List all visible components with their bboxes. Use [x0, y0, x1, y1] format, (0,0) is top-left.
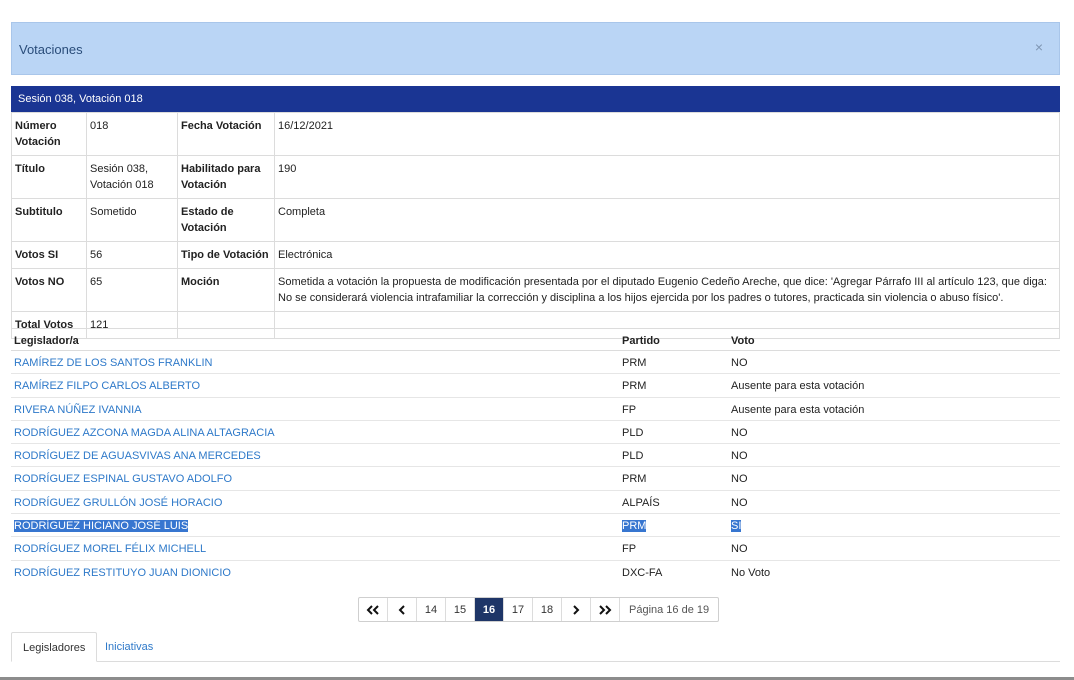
subtitulo-label: Subtitulo [11, 198, 87, 242]
legislator-link[interactable]: RODRÍGUEZ ESPINAL GUSTAVO ADOLFO [14, 473, 232, 485]
modal-header: Votaciones × [11, 22, 1060, 75]
party-cell: PLD [622, 426, 644, 439]
legislator-link[interactable]: RODRÍGUEZ RESTITUYO JUAN DIONICIO [14, 567, 231, 579]
party-cell: FP [622, 543, 637, 556]
tab-iniciativas[interactable]: Iniciativas [94, 632, 164, 662]
vote-cell: Ausente para esta votación [731, 380, 865, 393]
page-button[interactable]: 15 [446, 598, 475, 621]
tipo-label: Tipo de Votación [177, 241, 275, 269]
table-row-selected: RODRÍGUEZ HICIANO JOSÉ LUIS PRM SI [11, 514, 1060, 538]
mocion-label: Moción [177, 268, 275, 312]
habilitado-value: 190 [274, 155, 1060, 199]
legislators-list: RAMÍREZ DE LOS SANTOS FRANKLIN PRM NO RA… [11, 351, 1060, 584]
vote-cell: NO [731, 426, 748, 439]
table-row: RODRÍGUEZ ESPINAL GUSTAVO ADOLFO PRM NO [11, 467, 1060, 491]
table-row: RAMÍREZ FILPO CARLOS ALBERTO PRM Ausente… [11, 374, 1060, 398]
vote-cell: Ausente para esta votación [731, 403, 865, 416]
vote-cell: NO [731, 473, 748, 486]
habilitado-label: Habilitado para Votación [177, 155, 275, 199]
tipo-value: Electrónica [274, 241, 1060, 269]
party-cell: ALPAÍS [622, 496, 660, 509]
next-page-icon[interactable] [562, 598, 591, 621]
vote-cell: NO [731, 543, 748, 556]
pagination: 14 15 16 17 18 Página 16 de 19 [358, 597, 720, 622]
party-cell: PRM [622, 473, 647, 486]
close-icon[interactable]: × [1035, 40, 1043, 54]
vote-details-table: Número Votación 018 Fecha Votación 16/12… [11, 112, 1060, 339]
titulo-value: Sesión 038, Votación 018 [86, 155, 178, 199]
first-page-icon[interactable] [359, 598, 388, 621]
legislators-table-header: Legislador/a Partido Voto [11, 328, 1060, 351]
votos-si-value: 56 [86, 241, 178, 269]
party-cell: PRM [622, 520, 647, 533]
modal-title: Votaciones [19, 42, 83, 57]
page-button[interactable]: 14 [417, 598, 446, 621]
subtitulo-value: Sometido [86, 198, 178, 242]
party-cell: PRM [622, 357, 647, 369]
vote-cell: SI [731, 520, 742, 533]
fecha-votacion-label: Fecha Votación [177, 112, 275, 156]
table-row: RIVERA NÚÑEZ IVANNIA FP Ausente para est… [11, 398, 1060, 421]
numero-votacion-value: 018 [86, 112, 178, 156]
vote-cell: No Voto [731, 566, 771, 579]
last-page-icon[interactable] [591, 598, 620, 621]
legislator-link[interactable]: RODRÍGUEZ AZCONA MAGDA ALINA ALTAGRACIA [14, 427, 275, 439]
mocion-value: Sometida a votación la propuesta de modi… [274, 268, 1060, 312]
votos-si-label: Votos SI [11, 241, 87, 269]
current-page-button[interactable]: 16 [475, 598, 504, 621]
vote-cell: NO [731, 357, 748, 369]
legislator-link[interactable]: RODRÍGUEZ MOREL FÉLIX MICHELL [14, 543, 206, 555]
numero-votacion-label: Número Votación [11, 112, 87, 156]
session-header: Sesión 038, Votación 018 [11, 86, 1060, 112]
votos-no-label: Votos NO [11, 268, 87, 312]
legislator-link[interactable]: RAMÍREZ FILPO CARLOS ALBERTO [14, 380, 200, 392]
fecha-votacion-value: 16/12/2021 [274, 112, 1060, 156]
table-row: RAMÍREZ DE LOS SANTOS FRANKLIN PRM NO [11, 351, 1060, 375]
party-cell: DXC-FA [622, 566, 663, 579]
vote-cell: NO [731, 450, 748, 463]
tab-bar: Legisladores Iniciativas [11, 632, 1060, 662]
table-row: RODRÍGUEZ GRULLÓN JOSÉ HORACIO ALPAÍS NO [11, 491, 1060, 515]
legislator-column-header: Legislador/a [14, 335, 79, 347]
table-row: RODRÍGUEZ MOREL FÉLIX MICHELL FP NO [11, 537, 1060, 561]
legislator-link[interactable]: RIVERA NÚÑEZ IVANNIA [14, 404, 142, 416]
table-row: RODRÍGUEZ DE AGUASVIVAS ANA MERCEDES PLD… [11, 444, 1060, 468]
legislator-link[interactable]: RAMÍREZ DE LOS SANTOS FRANKLIN [14, 357, 212, 369]
table-row: RODRÍGUEZ AZCONA MAGDA ALINA ALTAGRACIA … [11, 421, 1060, 445]
page-button[interactable]: 17 [504, 598, 533, 621]
prev-page-icon[interactable] [388, 598, 417, 621]
legislator-link[interactable]: RODRÍGUEZ DE AGUASVIVAS ANA MERCEDES [14, 450, 261, 462]
page-button[interactable]: 18 [533, 598, 562, 621]
estado-value: Completa [274, 198, 1060, 242]
titulo-label: Título [11, 155, 87, 199]
vote-cell: NO [731, 496, 748, 509]
party-column-header: Partido [622, 335, 660, 347]
votaciones-modal: Votaciones × Sesión 038, Votación 018 Nú… [0, 0, 1074, 680]
party-cell: PRM [622, 380, 647, 393]
party-cell: FP [622, 403, 637, 416]
legislator-link[interactable]: RODRÍGUEZ HICIANO JOSÉ LUIS [14, 520, 189, 533]
page-info: Página 16 de 19 [629, 603, 710, 616]
votos-no-value: 65 [86, 268, 178, 312]
table-row: RODRÍGUEZ RESTITUYO JUAN DIONICIO DXC-FA… [11, 561, 1060, 584]
estado-label: Estado de Votación [177, 198, 275, 242]
party-cell: PLD [622, 450, 644, 463]
vote-column-header: Voto [731, 335, 755, 347]
tab-legisladores[interactable]: Legisladores [11, 632, 98, 662]
legislator-link[interactable]: RODRÍGUEZ GRULLÓN JOSÉ HORACIO [14, 497, 222, 509]
